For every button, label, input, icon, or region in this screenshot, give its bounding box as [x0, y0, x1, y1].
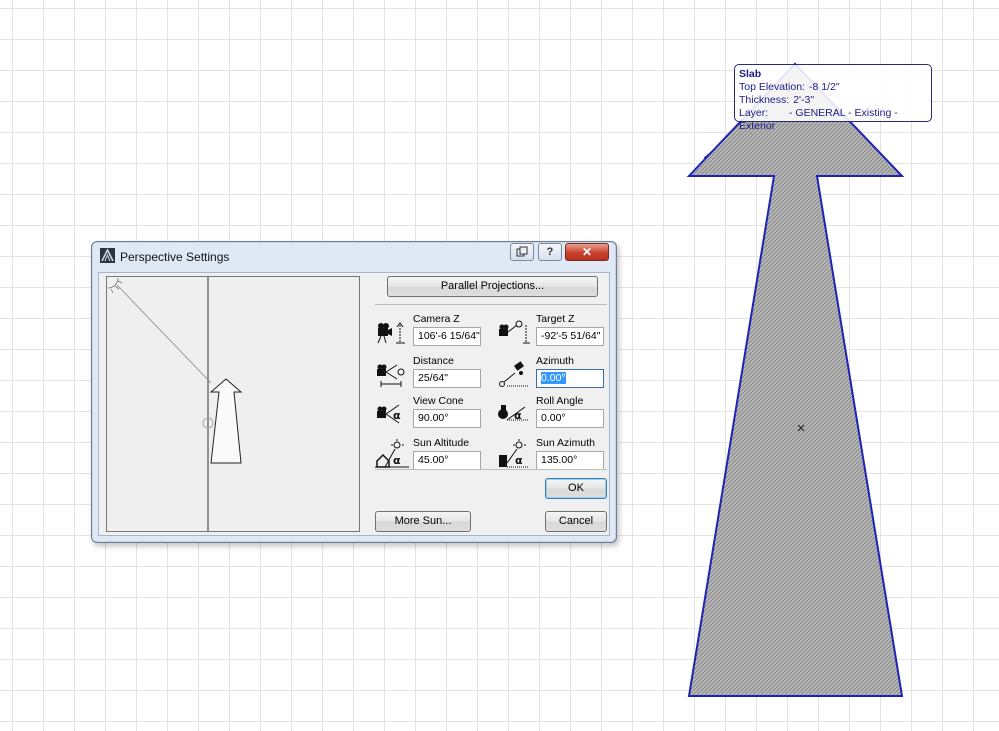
tooltip-top-elevation-label: Top Elevation: — [739, 81, 805, 93]
roll-angle-field[interactable]: 0.00° — [536, 409, 604, 428]
slab-info-tooltip: Slab Top Elevation: -8 1/2" Thickness: 2'-… — [734, 64, 932, 132]
roll-angle-label: Roll Angle — [536, 395, 584, 407]
tooltip-thickness-label: Thickness: — [739, 94, 790, 106]
camera-z-field[interactable]: 106'-6 15/64" — [413, 327, 481, 346]
svg-text:α: α — [393, 454, 401, 467]
azimuth-field-value: 0.00° — [541, 372, 566, 384]
tooltip-thickness-row: Thickness: 2'-3" — [739, 94, 931, 107]
distance-field[interactable]: 25/64" — [413, 369, 481, 388]
sun-altitude-icon: α — [375, 439, 409, 468]
restore-button[interactable] — [510, 243, 534, 261]
sun-azimuth-field[interactable]: 135.00° — [536, 451, 604, 470]
sun-altitude-label: Sun Altitude — [413, 437, 470, 449]
ok-button[interactable]: OK — [545, 478, 607, 499]
camera-distance-icon — [377, 364, 405, 387]
dialog-title: Perspective Settings — [120, 250, 230, 264]
slab-shape[interactable] — [686, 62, 905, 697]
archicad-app-icon — [100, 248, 115, 263]
separator-top — [375, 304, 607, 305]
distance-label: Distance — [413, 355, 454, 367]
preview-drawing — [107, 277, 243, 531]
azimuth-label: Azimuth — [536, 355, 574, 367]
restore-icon — [516, 246, 528, 257]
tooltip-thickness-value: 2'-3" — [793, 94, 815, 106]
svg-text:α: α — [514, 409, 522, 422]
camera-z-label: Camera Z — [413, 313, 460, 325]
view-cone-field[interactable]: 90.00° — [413, 409, 481, 428]
target-z-label: Target Z — [536, 313, 575, 325]
tooltip-layer-row: Layer: - GENERAL - Existing - Exterior — [739, 107, 931, 133]
parallel-projections-button[interactable]: Parallel Projections... — [387, 276, 598, 297]
svg-text:α: α — [393, 409, 401, 422]
preview-sun-icon — [107, 277, 123, 294]
cancel-button[interactable]: Cancel — [545, 511, 607, 532]
perspective-settings-dialog: Perspective Settings ? ✕ Parallel Projec… — [91, 241, 617, 543]
preview-slab-arrow[interactable] — [209, 378, 243, 464]
view-cone-icon: α — [377, 404, 401, 424]
help-button[interactable]: ? — [538, 243, 562, 261]
tooltip-top-elevation-row: Top Elevation: -8 1/2" — [739, 81, 931, 94]
tooltip-title: Slab — [739, 68, 762, 80]
dialog-client-area: Parallel Projections... Camera Z 106'-6 … — [98, 272, 610, 536]
roll-angle-icon: α — [498, 405, 529, 422]
view-cone-label: View Cone — [413, 395, 464, 407]
more-sun-button[interactable]: More Sun... — [375, 511, 471, 532]
camera-height-icon — [377, 322, 405, 344]
dialog-titlebar[interactable]: Perspective Settings ? ✕ — [92, 242, 616, 270]
perspective-preview-pane[interactable] — [106, 276, 360, 532]
tooltip-top-elevation-value: -8 1/2" — [808, 81, 840, 93]
sun-azimuth-icon: α — [499, 439, 529, 468]
target-height-icon — [499, 320, 530, 344]
svg-text:α: α — [515, 454, 523, 467]
target-z-field[interactable]: -92'-5 51/64" — [536, 327, 604, 346]
azimuth-field[interactable]: 0.00° — [536, 369, 604, 388]
separator-mid — [375, 469, 607, 470]
close-button[interactable]: ✕ — [565, 243, 609, 261]
sun-altitude-field[interactable]: 45.00° — [413, 451, 481, 470]
preview-sun-ray — [116, 284, 212, 384]
tooltip-layer-label: Layer: — [739, 107, 769, 119]
azimuth-icon — [499, 361, 529, 387]
sun-azimuth-label: Sun Azimuth — [536, 437, 595, 449]
